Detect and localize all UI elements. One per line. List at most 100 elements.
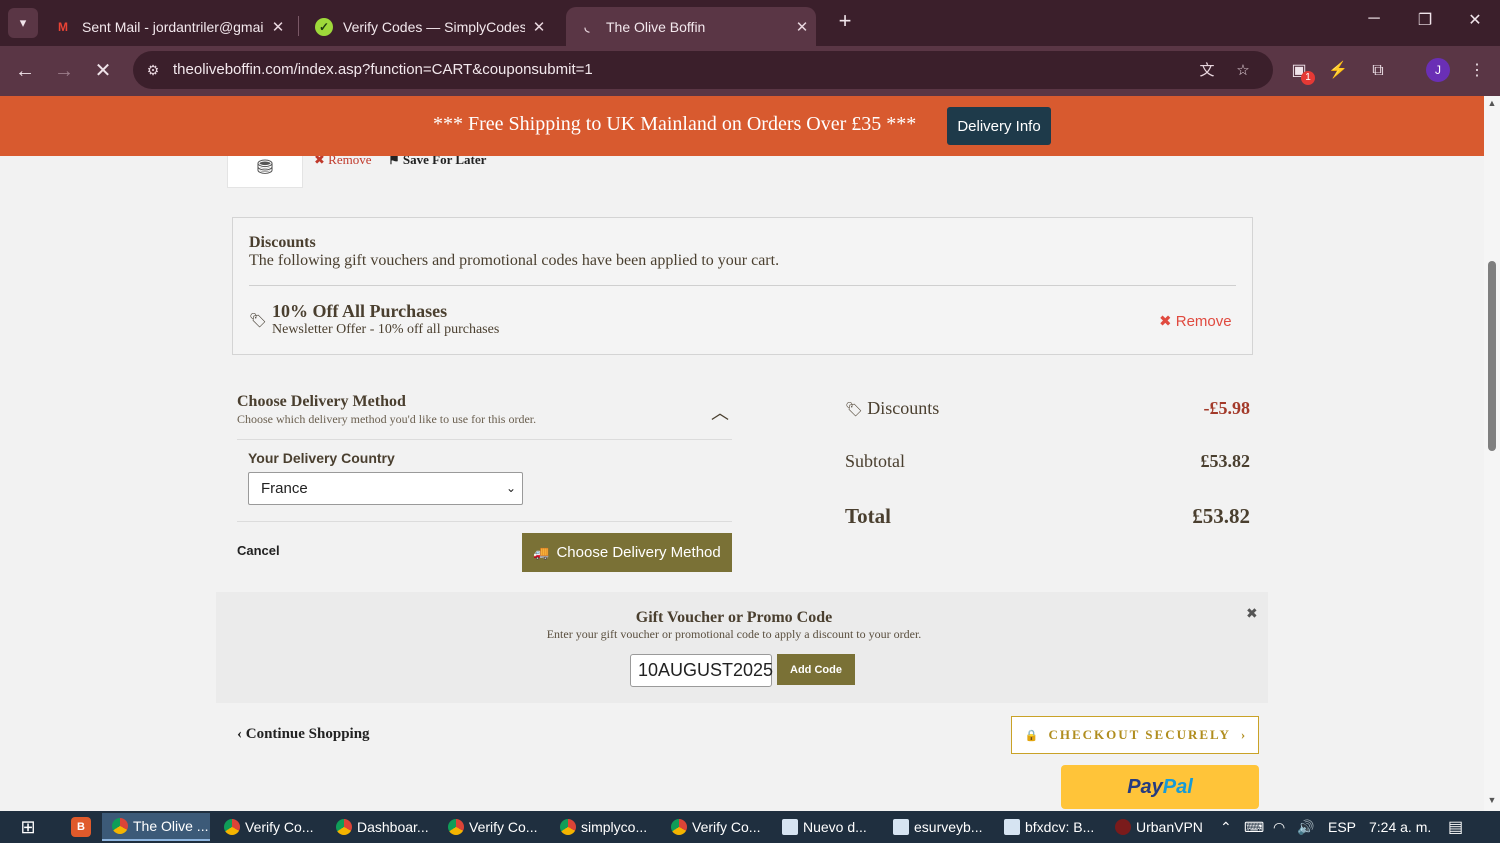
close-tab-icon[interactable]: ✕	[788, 18, 816, 36]
language-indicator[interactable]: ESP	[1328, 819, 1356, 835]
summary-discounts-value: -£5.98	[1203, 398, 1251, 418]
taskbar-item[interactable]: Nuevo d...	[772, 813, 880, 841]
checkout-label: CHECKOUT SECURELY	[1048, 727, 1231, 742]
taskbar-item[interactable]: esurveyb...	[883, 813, 991, 841]
paypal-logo-pay: Pay	[1127, 775, 1163, 798]
taskbar-item[interactable]: simplyco...	[550, 813, 658, 841]
promo-title: 10% Off All Purchases	[272, 301, 448, 321]
scroll-up-icon[interactable]: ▲	[1487, 98, 1497, 108]
voucher-title: Gift Voucher or Promo Code	[635, 609, 833, 626]
browser-menu-icon[interactable]: ⋮	[1464, 58, 1490, 84]
extensions-puzzle-icon[interactable]: ⧉	[1365, 58, 1391, 84]
taskbar-item-label: Verify Co...	[469, 819, 538, 835]
taskbar-item-label: Dashboar...	[357, 819, 429, 835]
taskbar-item[interactable]: UrbanVPN	[1105, 813, 1213, 841]
notifications-icon[interactable]: ▤	[1448, 817, 1463, 837]
forward-icon[interactable]: →	[51, 58, 77, 84]
translate-icon[interactable]: 文	[1196, 60, 1218, 82]
divider	[237, 521, 732, 522]
close-tab-icon[interactable]: ✕	[264, 18, 292, 36]
summary-subtotal-value: £53.82	[1200, 451, 1251, 471]
show-hidden-icons-icon[interactable]: ⌃	[1220, 819, 1232, 836]
tab-title: Sent Mail - jordantriler@gmail.c	[82, 18, 264, 35]
input-method-icon[interactable]: ⌨	[1244, 819, 1264, 836]
cancel-link[interactable]: Cancel	[237, 543, 280, 558]
delivery-country-label: Your Delivery Country	[248, 450, 395, 466]
chrome-icon	[336, 819, 352, 835]
windows-taskbar: ⊞ B The Olive ... Verify Co... Dashboar.…	[0, 811, 1500, 843]
new-tab-button[interactable]: +	[833, 10, 857, 34]
tab-gmail[interactable]: M Sent Mail - jordantriler@gmail.c ✕	[42, 7, 292, 46]
paypal-button[interactable]: Pay Pal	[1061, 765, 1259, 809]
task-view-icon[interactable]: ⊞	[17, 817, 39, 837]
continue-shopping-link[interactable]: ‹ Continue Shopping	[237, 726, 370, 743]
restore-icon[interactable]: ❐	[1410, 10, 1440, 30]
site-info-icon[interactable]: ⚙	[143, 60, 163, 80]
urbanvpn-icon	[1115, 819, 1131, 835]
document-icon	[893, 819, 909, 835]
minimize-icon[interactable]: ─	[1359, 10, 1389, 28]
remove-promo-link[interactable]: ✖ Remove	[1159, 312, 1232, 330]
page-content: ⛃ ✖ Remove ⚑ Save For Later *** Free Shi…	[0, 96, 1484, 811]
chevron-left-icon: ‹	[237, 726, 242, 742]
lightning-extension-icon[interactable]: ⚡	[1325, 58, 1351, 84]
stop-loading-icon[interactable]: ✕	[90, 58, 116, 84]
wifi-icon[interactable]: ◠	[1273, 819, 1285, 836]
tab-olive-boffin[interactable]: ◟ The Olive Boffin ✕	[566, 7, 816, 46]
scroll-thumb[interactable]	[1488, 261, 1496, 451]
taskbar-item-label: esurveyb...	[914, 819, 983, 835]
taskbar-item[interactable]: Verify Co...	[438, 813, 546, 841]
choose-delivery-method-button[interactable]: 🚚 Choose Delivery Method	[522, 533, 732, 572]
taskbar-item-label: bfxdcv: B...	[1025, 819, 1095, 835]
summary-discounts-text: Discounts	[867, 398, 940, 418]
taskbar-item[interactable]: Dashboar...	[326, 813, 434, 841]
extension-icon[interactable]: ▣ 1	[1286, 58, 1315, 85]
delivery-method-subtitle: Choose which delivery method you'd like …	[237, 412, 537, 426]
taskbar-item-label: The Olive ...	[133, 818, 209, 834]
back-icon[interactable]: ←	[12, 58, 38, 84]
promo-subtitle: Newsletter Offer - 10% off all purchases	[272, 322, 500, 337]
brave-browser-icon[interactable]: B	[71, 817, 91, 837]
taskbar-item-label: simplyco...	[581, 819, 648, 835]
scroll-down-icon[interactable]: ▼	[1487, 795, 1497, 805]
voucher-code-input[interactable]: 10AUGUST2025	[630, 654, 773, 687]
close-window-icon[interactable]: ✕	[1460, 10, 1490, 30]
divider	[237, 439, 732, 440]
taskbar-item[interactable]: bfxdcv: B...	[994, 813, 1102, 841]
banner-text: *** Free Shipping to UK Mainland on Orde…	[433, 113, 917, 135]
tab-search-button[interactable]: ▾	[8, 8, 38, 38]
chrome-icon	[112, 818, 128, 834]
lock-icon: 🔒	[1024, 729, 1039, 742]
delivery-info-button[interactable]: Delivery Info	[947, 107, 1051, 145]
close-tab-icon[interactable]: ✕	[525, 18, 553, 36]
product-thumbnail[interactable]: ⛃	[227, 151, 303, 188]
delivery-country-select[interactable]: France ⌄	[248, 472, 523, 505]
collapse-chevron-up-icon[interactable]: ︿	[708, 399, 732, 423]
close-icon[interactable]: ✖	[1246, 605, 1258, 622]
chrome-icon	[671, 819, 687, 835]
browser-toolbar: ← → ✕ ⚙ theoliveboffin.com/index.asp?fun…	[0, 46, 1500, 96]
tab-title: Verify Codes — SimplyCodes	[343, 18, 525, 35]
clock[interactable]: 7:24 a. m.	[1369, 819, 1431, 835]
voucher-subtitle: Enter your gift voucher or promotional c…	[546, 627, 922, 641]
taskbar-item[interactable]: Verify Co...	[661, 813, 769, 841]
discounts-description: The following gift vouchers and promotio…	[249, 252, 780, 269]
tab-simplycodes[interactable]: ✓ Verify Codes — SimplyCodes ✕	[303, 7, 553, 46]
page-scrollbar[interactable]: ▲ ▼	[1484, 96, 1500, 811]
chrome-icon	[224, 819, 240, 835]
checkout-securely-button[interactable]: 🔒 CHECKOUT SECURELY ›	[1011, 716, 1259, 754]
volume-icon[interactable]: 🔊	[1297, 819, 1314, 836]
tab-title: The Olive Boffin	[606, 18, 706, 35]
add-code-button[interactable]: Add Code	[777, 654, 855, 685]
address-bar[interactable]: ⚙ theoliveboffin.com/index.asp?function=…	[133, 51, 1273, 89]
delivery-method-title: Choose Delivery Method	[237, 393, 406, 410]
tag-icon: 🏷	[845, 403, 863, 418]
url-text[interactable]: theoliveboffin.com/index.asp?function=CA…	[173, 61, 593, 78]
taskbar-item[interactable]: Verify Co...	[214, 813, 322, 841]
taskbar-item[interactable]: The Olive ...	[102, 813, 210, 841]
remove-promo-label: Remove	[1175, 313, 1232, 330]
taskbar-item-label: Verify Co...	[692, 819, 761, 835]
bookmark-star-icon[interactable]: ☆	[1232, 60, 1254, 82]
profile-avatar[interactable]: J	[1426, 58, 1450, 82]
taskbar-item-label: Nuevo d...	[803, 819, 867, 835]
